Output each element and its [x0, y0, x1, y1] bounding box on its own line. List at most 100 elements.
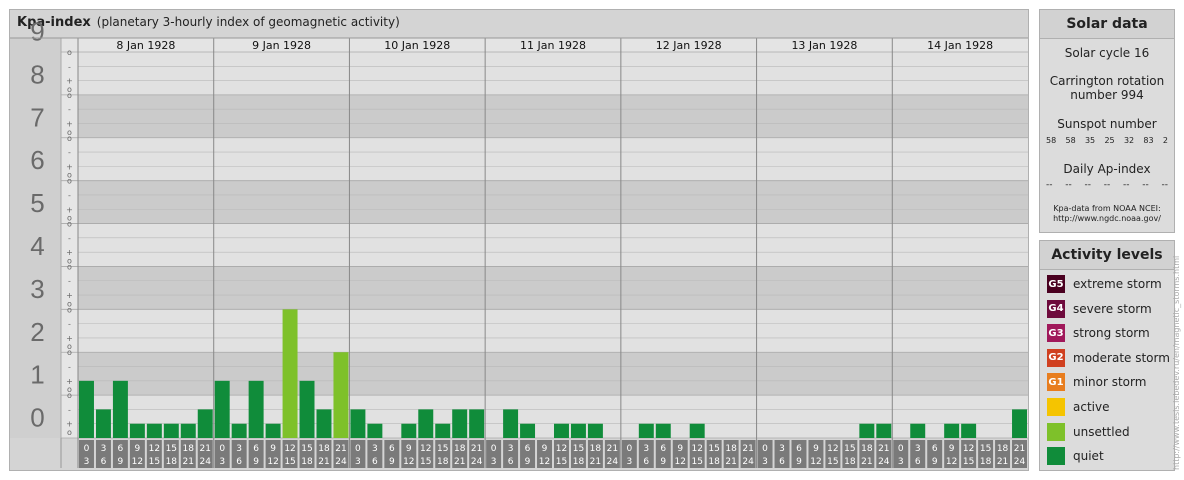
interval-start-label: 15 — [166, 444, 177, 454]
interval-start-label: 18 — [183, 444, 195, 454]
interval-start-label: 0 — [898, 444, 904, 454]
activity-levels-title: Activity levels — [1040, 241, 1174, 270]
ap-value: -- — [1065, 180, 1072, 190]
legend-label: minor storm — [1073, 375, 1147, 390]
kp-bar — [554, 423, 569, 438]
kp-bar — [452, 409, 468, 438]
kp-bar — [655, 423, 671, 438]
interval-start-label: 6 — [389, 444, 395, 454]
interval-start-label: 18 — [861, 444, 873, 454]
interval-start-label: 12 — [284, 444, 295, 454]
day-label: 14 Jan 1928 — [927, 39, 993, 52]
interval-end-label: 3 — [626, 457, 632, 467]
interval-end-label: 6 — [643, 457, 649, 467]
interval-end-label: 12 — [403, 457, 414, 467]
interval-end-label: 12 — [132, 457, 143, 467]
interval-start-label: 15 — [437, 444, 448, 454]
legend-item: G1 minor storm — [1047, 373, 1147, 392]
kp-bar — [520, 423, 536, 438]
source-line-1: Kpa-data from NOAA NCEI: — [1053, 204, 1161, 213]
interval-end-label: 9 — [932, 457, 938, 467]
kp-bar — [469, 409, 485, 438]
kp-bar — [180, 423, 196, 438]
interval-start-label: 21 — [607, 444, 618, 454]
day-label: 8 Jan 1928 — [116, 39, 175, 52]
sub-tick-label: o — [67, 171, 72, 180]
interval-start-label: 12 — [963, 444, 974, 454]
sub-tick-label: - — [68, 191, 71, 200]
kp-bar — [197, 409, 213, 438]
kp-bar — [146, 423, 162, 438]
interval-start-label: 18 — [997, 444, 1009, 454]
sub-tick-label: o — [67, 385, 72, 394]
interval-end-label: 6 — [508, 457, 514, 467]
sub-tick-label: + — [66, 377, 73, 386]
sunspot-values: 58 58 35 25 32 83 2 — [1040, 136, 1174, 145]
y-tick-label: 2 — [30, 317, 44, 347]
interval-start-label: 18 — [454, 444, 466, 454]
kp-bar — [129, 423, 145, 438]
source-line-2[interactable]: http://www.ngdc.noaa.gov/ — [1040, 214, 1174, 224]
kp-bar — [1012, 409, 1027, 438]
ap-value: -- — [1046, 180, 1053, 190]
interval-end-label: 15 — [284, 457, 295, 467]
ap-value: -- — [1103, 180, 1111, 190]
kp-bar — [401, 423, 417, 438]
daily-ap-values: -- -- -- -- -- -- -- — [1040, 180, 1174, 190]
sunspot-number-title: Sunspot number — [1057, 117, 1157, 131]
interval-end-label: 24 — [742, 457, 754, 467]
interval-end-label: 3 — [355, 457, 361, 467]
sub-tick-label: - — [68, 363, 71, 372]
sunspot-value: 25 — [1104, 136, 1115, 145]
kp-bar — [367, 423, 383, 438]
interval-end-label: 21 — [861, 457, 872, 467]
legend-swatch — [1047, 447, 1065, 466]
kpa-chart-panel: Kpa-index (planetary 3-hourly index of ge… — [9, 9, 1029, 471]
interval-start-label: 9 — [406, 444, 412, 454]
interval-end-label: 18 — [166, 457, 178, 467]
day-label: 10 Jan 1928 — [384, 39, 450, 52]
interval-end-label: 6 — [779, 457, 785, 467]
daily-ap-title: Daily Ap-index — [1063, 162, 1151, 176]
legend-swatch — [1047, 398, 1065, 416]
y-band — [78, 52, 1028, 95]
kp-bar — [282, 309, 298, 438]
interval-start-label: 3 — [915, 444, 921, 454]
day-label: 13 Jan 1928 — [791, 39, 857, 52]
interval-end-label: 21 — [183, 457, 194, 467]
interval-start-label: 0 — [491, 444, 497, 454]
legend-swatch: G1 — [1047, 373, 1065, 392]
interval-start-label: 3 — [236, 444, 242, 454]
interval-end-label: 6 — [101, 457, 107, 467]
legend-label: extreme storm — [1073, 277, 1162, 291]
interval-start-label: 18 — [590, 444, 602, 454]
sub-tick-label: o — [67, 85, 72, 94]
sub-tick-label: o — [67, 128, 72, 137]
sunspot-value: 2 — [1162, 136, 1168, 145]
y-band — [78, 94, 1028, 138]
kp-bar — [112, 380, 128, 438]
interval-start-label: 6 — [118, 444, 124, 454]
interval-start-label: 3 — [643, 444, 649, 454]
kp-bar — [79, 380, 94, 438]
sub-tick-label: o — [67, 428, 72, 437]
interval-end-label: 15 — [420, 457, 431, 467]
sub-tick-label: o — [67, 256, 72, 265]
interval-start-label: 15 — [844, 444, 855, 454]
sub-tick-label: + — [66, 119, 73, 128]
kp-bar — [503, 409, 519, 438]
interval-end-label: 21 — [454, 457, 465, 467]
interval-end-label: 18 — [437, 457, 449, 467]
y-band — [78, 180, 1028, 224]
interval-end-label: 18 — [573, 457, 585, 467]
carrington-rotation: Carrington rotation number 994 — [1040, 74, 1174, 102]
interval-start-label: 21 — [1014, 444, 1025, 454]
y-band — [78, 309, 1028, 353]
legend-swatch: G3 — [1047, 324, 1065, 343]
sub-tick-label: - — [68, 62, 71, 71]
sub-tick-label: + — [66, 420, 73, 429]
y-tick-label: 6 — [30, 145, 44, 175]
kp-bar — [876, 423, 892, 438]
interval-start-label: 3 — [372, 444, 378, 454]
interval-end-label: 9 — [660, 457, 666, 467]
